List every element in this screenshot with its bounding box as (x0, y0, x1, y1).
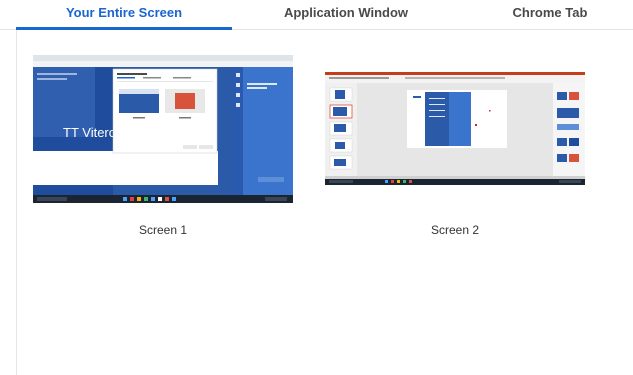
screen-1-thumbnail[interactable]: TT Vitero (33, 55, 293, 203)
screen-1-preview: TT Vitero (33, 55, 293, 203)
tab-entire-screen[interactable]: Your Entire Screen (16, 0, 232, 30)
source-tabs: Your Entire Screen Application Window Ch… (0, 0, 633, 30)
tab-application-window[interactable]: Application Window (240, 0, 452, 30)
panel-divider (16, 30, 17, 375)
screen-1-preview-text: TT Vitero (63, 125, 116, 140)
screen-2-preview (325, 72, 585, 185)
screen-2-thumbnail[interactable] (325, 72, 585, 185)
tab-chrome-tab[interactable]: Chrome Tab (460, 0, 633, 30)
screen-1-label: Screen 1 (138, 223, 188, 237)
screen-2-label: Screen 2 (430, 223, 480, 237)
screen-share-picker: Your Entire Screen Application Window Ch… (0, 0, 633, 375)
